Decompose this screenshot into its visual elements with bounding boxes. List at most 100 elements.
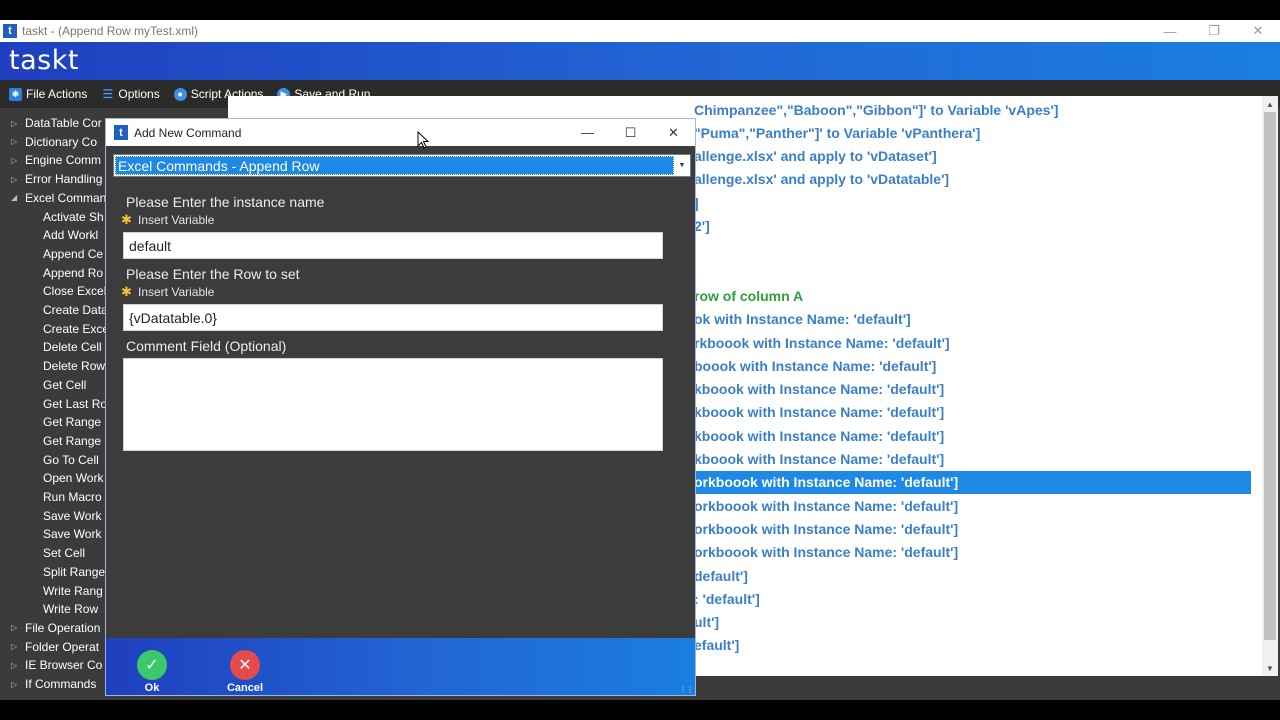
tree-command[interactable]: Open Work — [43, 469, 103, 487]
file-actions-menu[interactable]: ✱ File Actions — [9, 87, 87, 101]
chevron-right-icon[interactable]: ▷ — [11, 661, 21, 670]
add-command-dialog: t Add New Command — ☐ ✕ Excel Commands -… — [105, 118, 696, 696]
tree-item-label: File Operation — [25, 620, 101, 635]
list-icon: ☰ — [102, 87, 114, 101]
instance-name-label: Please Enter the instance name — [126, 194, 325, 210]
tree-category[interactable]: ▷ Engine Comm — [11, 151, 101, 169]
tree-category[interactable]: ▷ Folder Operat — [11, 638, 99, 656]
tree-item-label: Dictionary Co — [25, 134, 98, 149]
tree-category[interactable]: ◢ Excel Comman — [11, 189, 106, 207]
scroll-thumb[interactable] — [1264, 112, 1276, 640]
cancel-button[interactable]: ✕ Cancel — [215, 650, 275, 694]
minimize-icon[interactable]: — — [1148, 20, 1192, 42]
resize-grip-icon[interactable]: ⋮⋮ — [679, 685, 694, 694]
scroll-down-icon[interactable]: ▼ — [1262, 660, 1278, 676]
scroll-up-icon[interactable]: ▲ — [1262, 96, 1278, 112]
chevron-down-icon[interactable]: ◢ — [11, 193, 21, 202]
tree-command[interactable]: Get Range — [43, 413, 101, 431]
row-input[interactable]: {vDatatable.0} — [123, 304, 663, 331]
ok-label: Ok — [144, 682, 160, 694]
ok-button[interactable]: ✓ Ok — [122, 650, 182, 694]
tree-command[interactable]: Run Macro — [43, 488, 102, 506]
options-menu[interactable]: ☰ Options — [101, 87, 159, 101]
brand-title: taskt — [9, 45, 79, 76]
tree-category[interactable]: ▷ DataTable Cor — [11, 114, 102, 132]
command-select[interactable]: Excel Commands - Append Row ▼ — [113, 154, 691, 177]
tree-category[interactable]: ▷ Dictionary Co — [11, 133, 97, 151]
tree-item-label: Append Ro — [43, 265, 104, 280]
command-select-value: Excel Commands - Append Row — [115, 156, 674, 175]
tree-command[interactable]: Create Data — [43, 301, 108, 319]
dialog-title: Add New Command — [134, 125, 242, 140]
insert-variable-link[interactable]: ✱ Insert Variable — [121, 212, 214, 228]
tree-category[interactable]: ▷ File Operation — [11, 619, 100, 637]
tree-command[interactable]: Split Range — [43, 563, 105, 581]
tree-command[interactable]: Save Work — [43, 525, 101, 543]
window-titlebar[interactable]: t taskt - (Append Row myTest.xml) — ❐ ✕ — [0, 20, 1280, 42]
chevron-right-icon[interactable]: ▷ — [11, 680, 21, 689]
tree-item-label: Excel Comman — [25, 190, 107, 205]
tree-command[interactable]: Write Row — [43, 600, 98, 618]
tree-category[interactable]: ▷ If Commands — [11, 675, 96, 693]
dialog-window-controls: — ☐ ✕ — [566, 119, 695, 146]
chevron-right-icon[interactable]: ▷ — [11, 137, 21, 146]
tree-command[interactable]: Create Exce — [43, 320, 109, 338]
tree-item-label: Go To Cell — [43, 452, 99, 467]
tree-command[interactable]: Close Excel — [43, 282, 106, 300]
tree-command[interactable]: Write Rang — [43, 582, 103, 600]
comment-textarea[interactable] — [123, 358, 663, 451]
x-icon: ✕ — [230, 650, 260, 680]
close-icon[interactable]: ✕ — [652, 119, 695, 146]
tree-item-label: Delete Row — [43, 359, 106, 374]
tree-command[interactable]: Get Range — [43, 432, 101, 450]
maximize-icon[interactable]: ☐ — [609, 119, 652, 146]
tree-command[interactable]: Add Workl — [43, 226, 98, 244]
tree-command[interactable]: Delete Row — [43, 357, 105, 375]
tree-item-label: If Commands — [25, 677, 97, 691]
close-icon[interactable]: ✕ — [1236, 20, 1280, 42]
tree-item-label: Add Workl — [43, 228, 99, 243]
insert-variable-label: Insert Variable — [138, 285, 215, 299]
restore-icon[interactable]: ❐ — [1192, 20, 1236, 42]
tree-item-label: Error Handling — [25, 172, 103, 187]
tree-command[interactable]: Append Ro — [43, 264, 103, 282]
insert-variable-link[interactable]: ✱ Insert Variable — [121, 284, 214, 300]
chevron-down-icon[interactable]: ▼ — [674, 155, 690, 176]
app-banner: taskt — [0, 42, 1280, 80]
chevron-right-icon[interactable]: ▷ — [11, 623, 21, 632]
checkmark-icon: ✓ — [137, 650, 167, 680]
tree-item-label: Set Cell — [43, 546, 86, 561]
tree-item-label: Split Range — [43, 564, 106, 579]
instance-name-input[interactable]: default — [123, 232, 663, 259]
tree-item-label: Delete Cell — [43, 340, 102, 355]
window-title: taskt - (Append Row myTest.xml) — [22, 24, 199, 38]
dialog-footer: ✓ Ok ✕ Cancel ⋮⋮ — [106, 638, 695, 695]
tree-command[interactable]: Go To Cell — [43, 451, 99, 469]
tree-command[interactable]: Set Cell — [43, 544, 85, 562]
tree-category[interactable]: ▷ IE Browser Co — [11, 656, 102, 674]
dialog-titlebar[interactable]: t Add New Command — ☐ ✕ — [106, 119, 695, 146]
star-icon: ✱ — [121, 212, 132, 227]
chevron-right-icon[interactable]: ▷ — [11, 119, 21, 128]
minimize-icon[interactable]: — — [566, 119, 609, 146]
chevron-right-icon[interactable]: ▷ — [11, 642, 21, 651]
window-controls: — ❐ ✕ — [1148, 20, 1280, 42]
chevron-right-icon[interactable]: ▷ — [11, 156, 21, 165]
cancel-label: Cancel — [226, 682, 264, 694]
tree-item-label: Run Macro — [43, 490, 102, 504]
menu-label: Options — [118, 87, 160, 101]
chevron-right-icon[interactable]: ▷ — [11, 175, 21, 184]
tree-command[interactable]: Get Cell — [43, 376, 86, 394]
tree-item-label: Append Ce — [43, 246, 104, 261]
tree-command[interactable]: Delete Cell — [43, 338, 102, 356]
tree-command[interactable]: Save Work — [43, 507, 101, 525]
tree-item-label: Engine Comm — [25, 153, 102, 168]
tree-category[interactable]: ▷ Error Handling — [11, 170, 102, 188]
tree-command[interactable]: Get Last Ro — [43, 395, 107, 413]
tree-item-label: Write Row — [43, 602, 99, 617]
tree-command[interactable]: Activate Sh — [43, 208, 104, 226]
tree-command[interactable]: Append Ce — [43, 245, 103, 263]
app-logo-icon: t — [114, 125, 128, 140]
script-scrollbar[interactable]: ▲ ▼ — [1262, 96, 1278, 676]
tree-item-label: Get Range — [43, 415, 102, 430]
